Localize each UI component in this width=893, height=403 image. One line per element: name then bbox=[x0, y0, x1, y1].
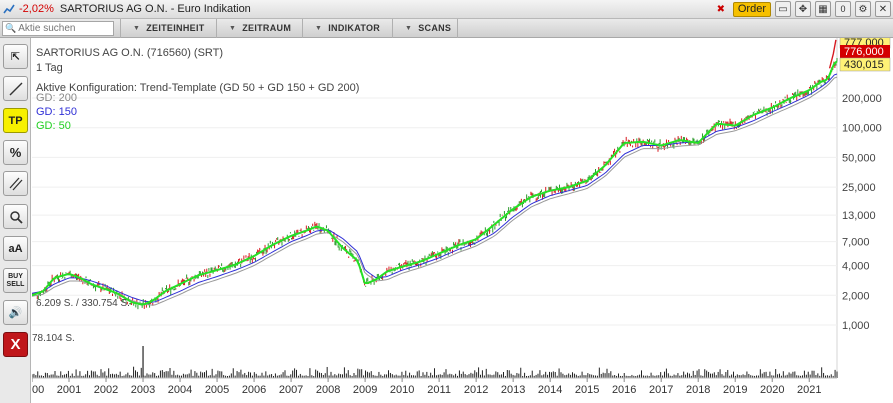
sound-button[interactable]: 🔊 bbox=[3, 300, 28, 325]
mute-icon[interactable]: ✖ bbox=[713, 1, 729, 17]
time-tick-label: 2014 bbox=[538, 384, 562, 396]
app-logo-icon bbox=[3, 4, 15, 14]
time-tick-label: 2011 bbox=[427, 384, 451, 396]
legend-ma50: GD: 50 bbox=[36, 120, 71, 132]
search-input[interactable] bbox=[18, 22, 115, 34]
speaker-icon: 🔊 bbox=[8, 307, 23, 319]
time-tick-label: 2007 bbox=[279, 384, 303, 396]
price-tick-label: 2,000 bbox=[842, 290, 870, 302]
price-tag-ma: 430,015 bbox=[839, 57, 891, 72]
menu-label: SCANS bbox=[418, 23, 452, 33]
time-tick-label: 2006 bbox=[242, 384, 266, 396]
price-tag-last: 776,000 bbox=[840, 45, 890, 58]
menu-indikator[interactable]: ▼ INDIKATOR bbox=[302, 18, 392, 38]
price-change: -2,02% bbox=[19, 3, 54, 15]
line-tool-button[interactable] bbox=[3, 76, 28, 101]
magnifier-icon bbox=[9, 210, 23, 224]
time-tick-label: 2018 bbox=[686, 384, 710, 396]
window-title: SARTORIUS AG O.N. - Euro Indikation bbox=[59, 3, 251, 15]
chart-config: Aktive Konfiguration: Trend-Template (GD… bbox=[36, 82, 360, 94]
menu-zeiteinheit[interactable]: ▼ ZEITEINHEIT bbox=[120, 18, 216, 38]
parallel-lines-icon bbox=[9, 177, 22, 190]
svg-text:430,015: 430,015 bbox=[844, 59, 884, 71]
title-bar: -2,02% SARTORIUS AG O.N. - Euro Indikati… bbox=[0, 0, 893, 19]
buy-label: BUY bbox=[8, 272, 23, 280]
close-chart-button[interactable]: X bbox=[3, 332, 28, 357]
menu-scans[interactable]: ▼ SCANS bbox=[392, 18, 458, 38]
close-chart-label: X bbox=[10, 336, 21, 353]
close-icon[interactable]: ✕ bbox=[875, 1, 891, 17]
time-tick-label: 2003 bbox=[131, 384, 155, 396]
time-tick-label: 2015 bbox=[575, 384, 599, 396]
price-tick-label: 25,000 bbox=[842, 182, 876, 194]
time-tick-label: 2020 bbox=[760, 384, 784, 396]
notification-badge[interactable]: 0 bbox=[835, 1, 851, 17]
time-tick-label: 2001 bbox=[57, 384, 81, 396]
line-icon bbox=[9, 82, 22, 95]
search-icon: 🔍 bbox=[5, 22, 17, 33]
tool-sidebar: ⇱ TP % aA BUY SELL 🔊 X bbox=[0, 38, 31, 403]
cursor-icon: ⇱ bbox=[10, 51, 21, 63]
price-tick-label: 7,000 bbox=[842, 237, 870, 249]
time-tick-label: 2019 bbox=[723, 384, 747, 396]
buy-sell-button[interactable]: BUY SELL bbox=[3, 268, 28, 293]
time-tick-label: 2016 bbox=[612, 384, 636, 396]
time-tick-label: 2004 bbox=[168, 384, 192, 396]
cursor-tool-button[interactable]: ⇱ bbox=[3, 44, 28, 69]
menu-label: ZEITEINHEIT bbox=[146, 23, 205, 33]
price-tick-label: 1,000 bbox=[842, 320, 870, 332]
tp-label: TP bbox=[8, 114, 23, 127]
text-tool-button[interactable]: aA bbox=[3, 236, 28, 261]
price-tick-label: 50,000 bbox=[842, 152, 876, 164]
settings-icon[interactable]: ⚙ bbox=[855, 1, 871, 17]
time-tick-label: 2009 bbox=[353, 384, 377, 396]
sell-label: SELL bbox=[6, 280, 25, 288]
time-tick-label: 2013 bbox=[501, 384, 525, 396]
time-tick-label: 2010 bbox=[390, 384, 414, 396]
menu-zeitraum[interactable]: ▼ ZEITRAUM bbox=[216, 18, 302, 38]
chart-interval: 1 Tag bbox=[36, 62, 63, 74]
dropdown-arrow-icon: ▼ bbox=[405, 24, 413, 32]
price-tick-label: 13,000 bbox=[842, 210, 876, 222]
text-tool-label: aA bbox=[8, 242, 23, 255]
search-box[interactable]: 🔍 bbox=[2, 20, 115, 36]
legend-ma150: GD: 150 bbox=[36, 106, 77, 118]
volume-label-1: 6.209 S. / 330.754 S. bbox=[36, 298, 130, 309]
toolbar: 🔍 ▼ ZEITEINHEIT ▼ ZEITRAUM ▼ INDIKATOR ▼ SCA… bbox=[0, 18, 893, 38]
legend-ma200: GD: 200 bbox=[36, 92, 77, 104]
time-tick-label: 2021 bbox=[797, 384, 821, 396]
dropdown-arrow-icon: ▼ bbox=[229, 24, 237, 32]
time-tick-label: 2005 bbox=[205, 384, 229, 396]
time-tick-label: 2017 bbox=[649, 384, 673, 396]
title-bar-controls: ✖ Order ▭ ✥ ▦ 0 ⚙ ✕ bbox=[713, 1, 891, 17]
dropdown-arrow-icon: ▼ bbox=[315, 24, 323, 32]
window-icon[interactable]: ▭ bbox=[775, 1, 791, 17]
parallel-lines-button[interactable] bbox=[3, 171, 28, 196]
menu-label: INDIKATOR bbox=[328, 23, 381, 33]
order-button[interactable]: Order bbox=[732, 1, 771, 17]
price-tick-label: 200,000 bbox=[842, 93, 882, 105]
percent-icon: % bbox=[9, 145, 22, 160]
time-tick-label: 2002 bbox=[94, 384, 118, 396]
trend-template-button[interactable]: TP bbox=[3, 108, 28, 133]
time-tick-label: 2000 bbox=[32, 384, 44, 396]
move-icon[interactable]: ✥ bbox=[795, 1, 811, 17]
time-tick-label: 2008 bbox=[316, 384, 340, 396]
price-tick-label: 100,000 bbox=[842, 123, 882, 135]
percent-button[interactable]: % bbox=[3, 140, 28, 165]
chart-title: SARTORIUS AG O.N. (716560) (SRT) bbox=[36, 47, 224, 59]
price-tick-label: 4,000 bbox=[842, 261, 870, 273]
grid-icon[interactable]: ▦ bbox=[815, 1, 831, 17]
zoom-button[interactable] bbox=[3, 204, 28, 229]
svg-text:776,000: 776,000 bbox=[844, 46, 884, 58]
volume-label-2: 78.104 S. bbox=[32, 333, 75, 344]
dropdown-arrow-icon: ▼ bbox=[133, 24, 141, 32]
time-tick-label: 2012 bbox=[464, 384, 488, 396]
menu-label: ZEITRAUM bbox=[242, 23, 292, 33]
